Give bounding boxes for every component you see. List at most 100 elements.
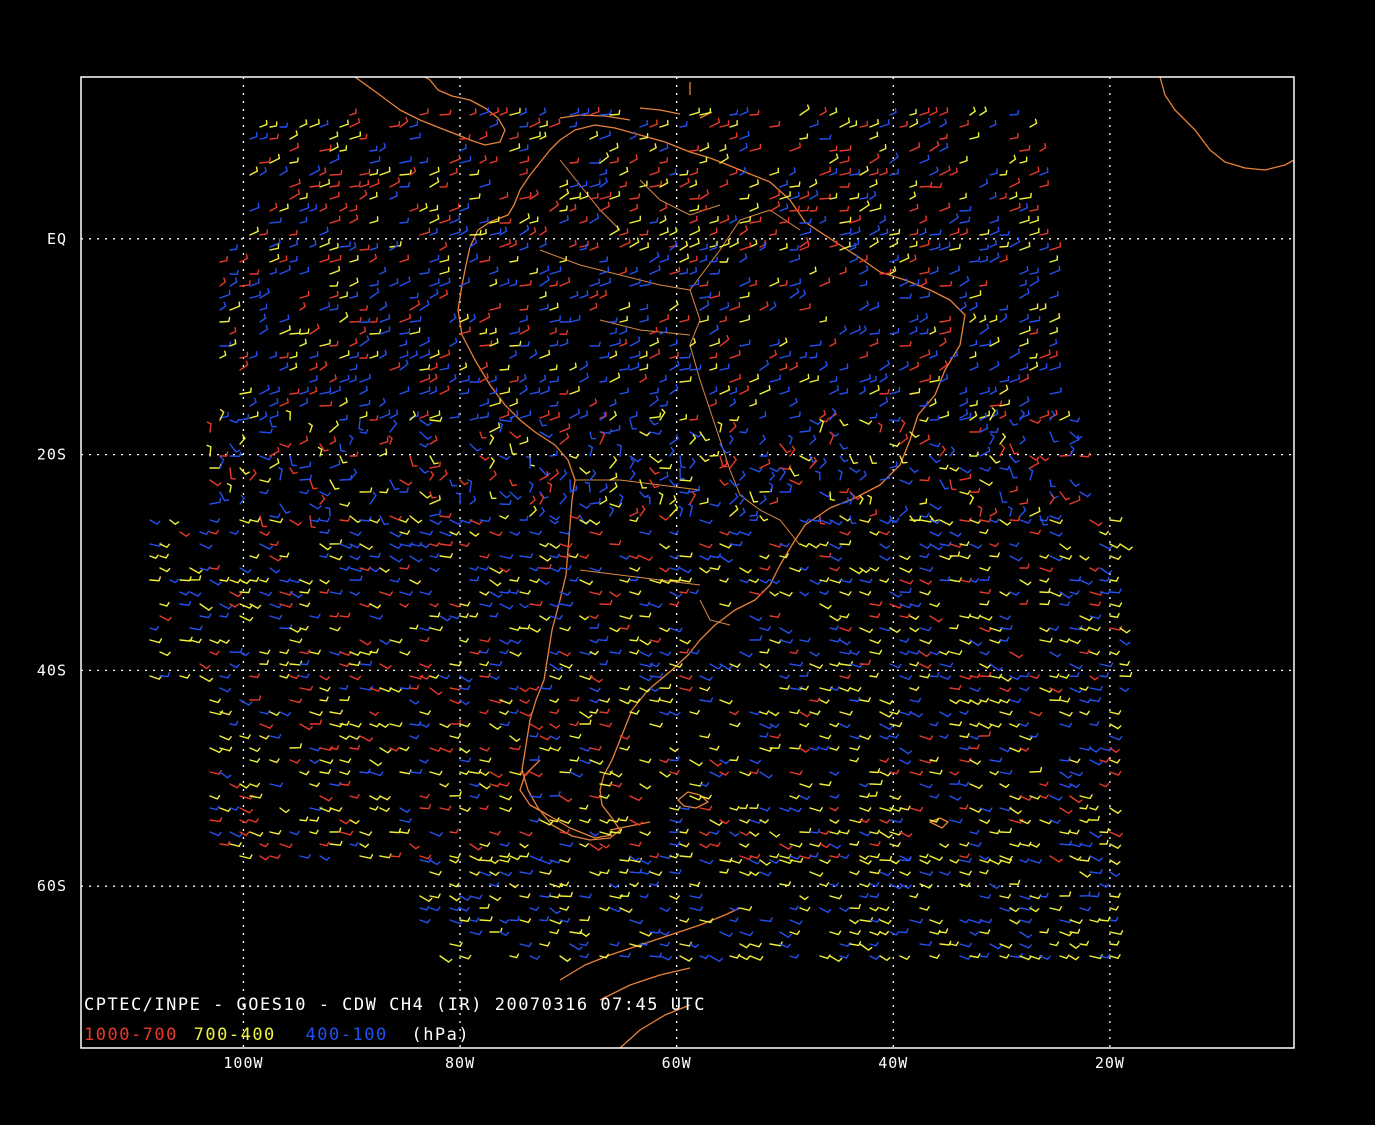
wind-barb [269, 202, 278, 212]
wind-barb [1019, 156, 1028, 164]
wind-barb [1029, 506, 1041, 517]
wind-barb [1019, 931, 1032, 939]
wind-barb [209, 795, 221, 800]
wind-barb [1019, 841, 1032, 847]
wind-barb [709, 955, 723, 963]
wind-barb [319, 387, 332, 395]
wind-barb [349, 242, 357, 251]
wind-barb [579, 711, 593, 719]
wind-barb [939, 928, 949, 934]
wind-barb [919, 278, 928, 287]
wind-barb [709, 745, 720, 751]
wind-barb [559, 651, 571, 657]
wind-barb [359, 831, 373, 837]
wind-barb [439, 214, 451, 224]
wind-barb [809, 871, 824, 878]
wind-barb [619, 315, 628, 323]
wind-barb [1009, 723, 1020, 728]
wind-barb [809, 352, 818, 359]
wind-barb [209, 831, 222, 837]
wind-barb [519, 341, 530, 347]
wind-barb [689, 943, 699, 949]
wind-barb [549, 118, 561, 128]
wind-barb [219, 687, 232, 693]
wind-barb [1029, 303, 1039, 311]
wind-barb [749, 143, 762, 152]
wind-barb [1119, 671, 1133, 678]
wind-barb [489, 422, 501, 433]
wind-barb [769, 467, 781, 473]
wind-barb [309, 759, 319, 765]
wind-barb [319, 360, 328, 371]
wind-barb [569, 943, 583, 951]
wind-barb [289, 578, 301, 584]
wind-barb [689, 759, 703, 767]
wind-barb [759, 819, 769, 824]
wind-barb [429, 603, 439, 608]
wind-barb [869, 301, 880, 311]
wind-barb [239, 280, 251, 287]
wind-barb [249, 290, 261, 299]
wind-barb [329, 420, 340, 433]
wind-barb [599, 483, 608, 493]
wind-barb [469, 413, 479, 421]
wind-barb [599, 869, 610, 875]
wind-barb [839, 854, 850, 860]
wind-barb [189, 625, 203, 631]
wind-barb [829, 853, 841, 859]
wind-barb [599, 906, 610, 912]
wind-barb [239, 651, 250, 657]
wind-barb [459, 313, 469, 323]
wind-barb [759, 515, 769, 522]
wind-barb [839, 515, 852, 522]
wind-barb [409, 721, 422, 727]
wind-barb [409, 327, 421, 335]
wind-barb [969, 400, 978, 407]
wind-barb [579, 579, 593, 586]
wind-barb [759, 710, 770, 716]
wind-barb [689, 491, 696, 505]
wind-barb [389, 577, 401, 583]
wind-barb [659, 758, 670, 764]
wind-barb [739, 428, 749, 434]
wind-barb [559, 906, 570, 912]
wind-barb [569, 107, 580, 116]
wind-barb [389, 828, 402, 834]
wind-barb [799, 351, 807, 359]
wind-barb [839, 216, 852, 224]
wind-barbs [149, 104, 1133, 963]
wind-barb [1049, 906, 1063, 912]
wind-barb [369, 759, 382, 767]
wind-barb [1049, 338, 1058, 347]
wind-barb [589, 290, 599, 299]
wind-barb [959, 942, 972, 948]
wind-barb [929, 543, 943, 551]
wind-barb [929, 919, 943, 925]
wind-barb [259, 842, 269, 848]
wind-barb [1039, 242, 1049, 251]
wind-barb [429, 204, 439, 212]
wind-barb [739, 578, 750, 584]
wind-barb [919, 590, 931, 596]
wind-barb [339, 695, 350, 702]
wind-barb [719, 443, 731, 454]
wind-barb [1069, 829, 1080, 835]
wind-barb [699, 156, 708, 164]
wind-barb [999, 698, 1011, 704]
wind-barb [419, 108, 429, 116]
wind-barb [869, 118, 880, 128]
wind-barb [969, 699, 982, 706]
wind-barb [399, 479, 413, 486]
wind-barb [849, 467, 861, 474]
wind-barb [1109, 831, 1123, 838]
wind-barb [789, 397, 798, 407]
wind-barb [1009, 374, 1021, 383]
wind-barb [959, 398, 969, 407]
wind-barb [469, 495, 477, 505]
wind-barb [529, 627, 541, 633]
wind-barb [839, 723, 851, 729]
wind-barb [579, 915, 591, 922]
wind-barb [949, 551, 961, 557]
wind-barb [1019, 241, 1031, 251]
wind-barb [969, 427, 982, 433]
